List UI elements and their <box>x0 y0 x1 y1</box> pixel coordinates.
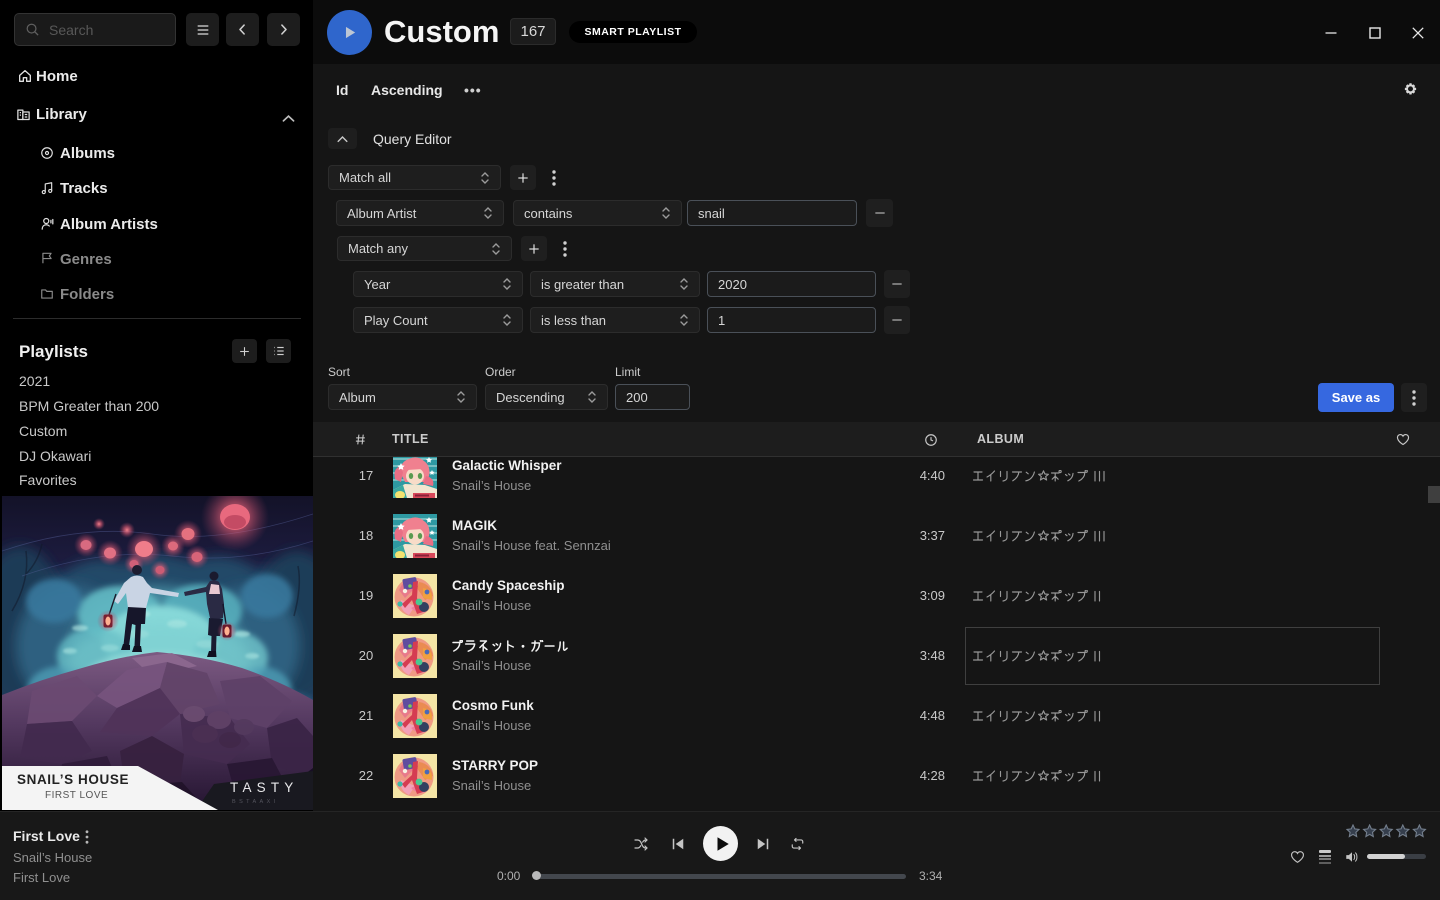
svg-text:TASTY: TASTY <box>230 780 299 795</box>
svg-text:BSTAAXI: BSTAAXI <box>232 799 279 805</box>
svg-text:FIRST LOVE: FIRST LOVE <box>45 790 108 801</box>
svg-text:SNAIL’S HOUSE: SNAIL’S HOUSE <box>17 772 129 787</box>
